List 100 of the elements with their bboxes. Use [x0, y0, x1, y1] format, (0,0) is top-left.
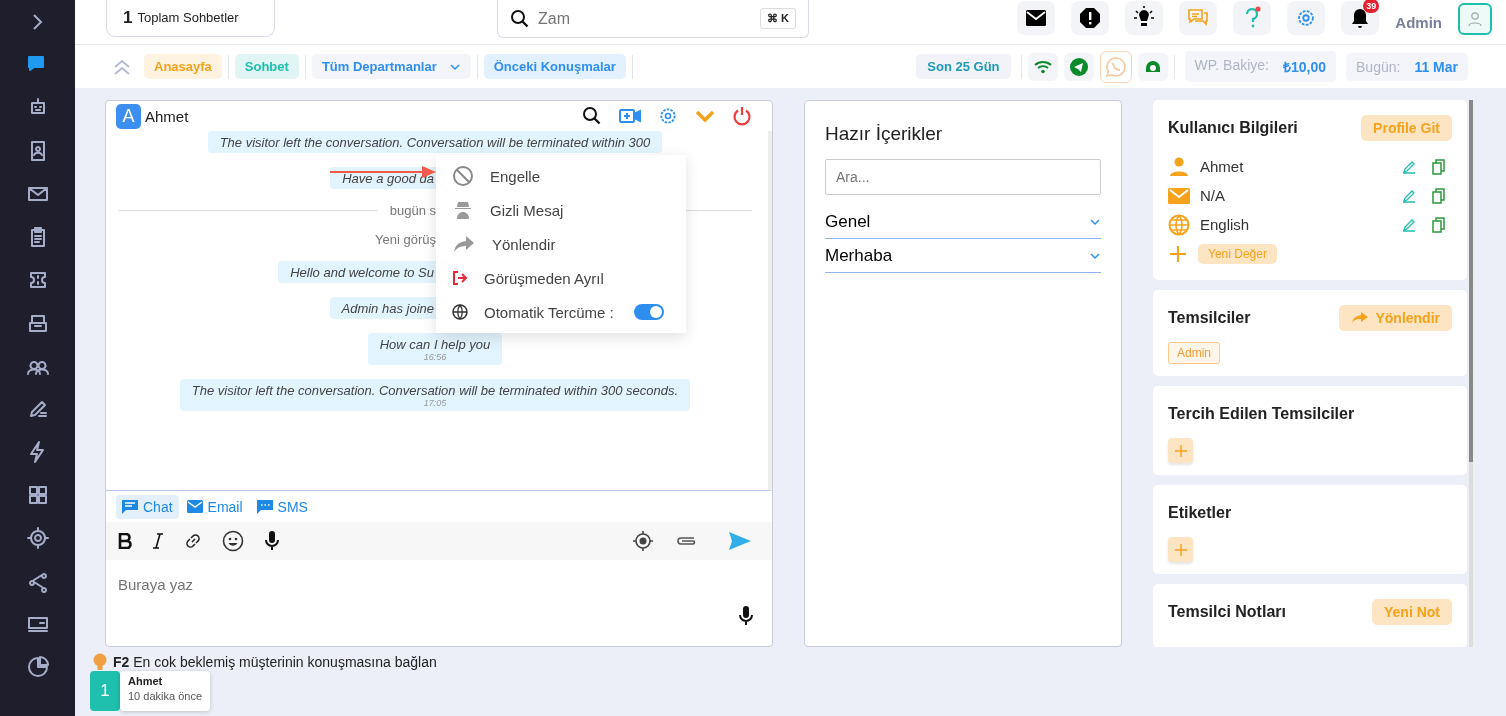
emoji-button[interactable] [222, 530, 244, 552]
chevron-right-icon [30, 12, 45, 32]
crosshair-icon [632, 530, 654, 552]
menu-item[interactable]: Yönlendir [436, 227, 686, 261]
notifications-button[interactable]: 39 [1341, 1, 1380, 35]
pencil-icon [1402, 159, 1416, 174]
visitor-avatar: A [116, 103, 141, 129]
queue-time: 10 dakika önce [128, 690, 202, 702]
pencil-icon [1402, 188, 1416, 203]
bulb-button[interactable] [1125, 1, 1164, 35]
send-icon [728, 531, 752, 551]
scrollbar-thumb[interactable] [1469, 100, 1473, 462]
menu-item[interactable]: Görüşmeden Ayrıl [436, 261, 686, 295]
search-field[interactable]: Ara... [825, 159, 1101, 195]
italic-icon [152, 533, 164, 549]
message-text: The visitor left the conversation. Conversation will be terminated within 300 [219, 135, 651, 150]
person-icon [1168, 156, 1190, 177]
copy-button[interactable] [1432, 216, 1446, 233]
copy-icon [1432, 187, 1446, 204]
message-field[interactable]: Buraya yaz [106, 560, 772, 646]
nav-tab[interactable]: Önceki Konuşmalar [483, 54, 626, 79]
block-icon [452, 165, 474, 187]
settings-button[interactable] [658, 106, 678, 126]
visitor-name: Ahmet [145, 107, 189, 125]
queue-name: Ahmet [128, 675, 164, 687]
card-title: Temsilciler [1168, 309, 1251, 327]
message-text: Hello and welcome to Su [290, 265, 434, 280]
message-time: 17:05 [423, 398, 447, 408]
content-group[interactable]: Merhaba [825, 239, 1101, 273]
mail-icon [1168, 186, 1190, 205]
queue-card[interactable]: Ahmet 10 dakika önce [120, 671, 210, 711]
alert-icon [1079, 7, 1102, 29]
settings-button[interactable] [1287, 1, 1326, 35]
nav-tab[interactable]: Sohbet [234, 54, 299, 79]
system-message: Yeni görüş [375, 232, 436, 247]
field-value: English [1200, 216, 1251, 233]
globe-icon [1168, 213, 1190, 236]
search-button[interactable] [582, 106, 602, 126]
queue-count: 1 [90, 671, 120, 711]
bold-button[interactable] [118, 533, 132, 549]
search-input[interactable]: Zam [536, 8, 754, 29]
spy-icon [452, 199, 474, 221]
auto-translate-label: Otomatik Tercüme : [484, 303, 614, 321]
lightbulb-icon [93, 653, 107, 671]
period-badge: Son 25 Gün [916, 54, 1011, 79]
message-icon [122, 499, 138, 514]
message-text: The visitor left the conversation. Conversation will be terminated within 300 seconds. [191, 383, 679, 398]
location-button[interactable] [632, 530, 654, 552]
bold-icon [118, 533, 132, 549]
panel-title: Hazır İçerikler [825, 123, 944, 145]
chevron-down-icon [1089, 217, 1101, 226]
phone-bubble-icon [1104, 55, 1127, 78]
smiley-icon [222, 530, 244, 552]
mail-icon [1025, 9, 1048, 27]
shortcut-key: ⌘ K [760, 8, 796, 29]
link-button[interactable] [184, 532, 202, 550]
pencil-icon [1402, 217, 1416, 232]
card-title: Temsilci Notları [1168, 603, 1286, 621]
plus-icon [1173, 542, 1188, 557]
attachment-button[interactable] [674, 534, 698, 548]
message-time: 16:56 [423, 352, 447, 362]
gear-icon [25, 526, 50, 550]
notification-badge: 39 [1363, 0, 1380, 13]
plus-icon [1168, 243, 1188, 264]
microphone-icon [738, 605, 754, 627]
message-icon [256, 499, 273, 514]
channel-tab[interactable]: SMS [250, 494, 314, 519]
wifi-button[interactable] [1027, 52, 1058, 81]
menu-item[interactable]: Engelle [436, 159, 686, 193]
globe-icon [452, 304, 468, 320]
copy-button[interactable] [1432, 187, 1446, 204]
message-text: Admin has joine [341, 301, 434, 316]
video-camera-icon [619, 108, 641, 124]
channel-tab[interactable]: Chat [116, 494, 179, 519]
italic-button[interactable] [152, 533, 164, 549]
power-button[interactable] [732, 106, 752, 126]
menu-toggle-button[interactable] [695, 109, 715, 123]
representative-tag: Admin [1168, 342, 1220, 364]
alert-button[interactable] [1071, 1, 1110, 35]
video-call-button[interactable] [619, 108, 641, 124]
settings-icon [658, 106, 678, 126]
channel-tab[interactable]: Email [180, 494, 249, 519]
field-value: N/A [1200, 187, 1226, 204]
balance-value: ₺10,00 [1283, 58, 1327, 76]
chevron-down-icon [695, 109, 715, 123]
mail-button[interactable] [1017, 1, 1056, 35]
department-dropdown[interactable]: Tüm Departmanlar [311, 54, 471, 79]
telegram-button[interactable] [1063, 52, 1094, 81]
message-text: How can I help you [379, 337, 491, 352]
content-group[interactable]: Genel [825, 205, 1101, 239]
person-icon [1468, 11, 1482, 27]
power-icon [732, 106, 752, 126]
auto-translate-toggle[interactable] [633, 304, 664, 320]
search-field[interactable]: Zam ⌘ K [497, 0, 809, 38]
microphone-button[interactable] [264, 530, 280, 552]
agent-button[interactable] [1137, 52, 1168, 81]
chat-bubbles-icon [1186, 7, 1211, 29]
total-count: 1 [123, 7, 133, 28]
menu-item[interactable]: Gizli Mesaj [436, 193, 686, 227]
copy-button[interactable] [1432, 158, 1446, 175]
